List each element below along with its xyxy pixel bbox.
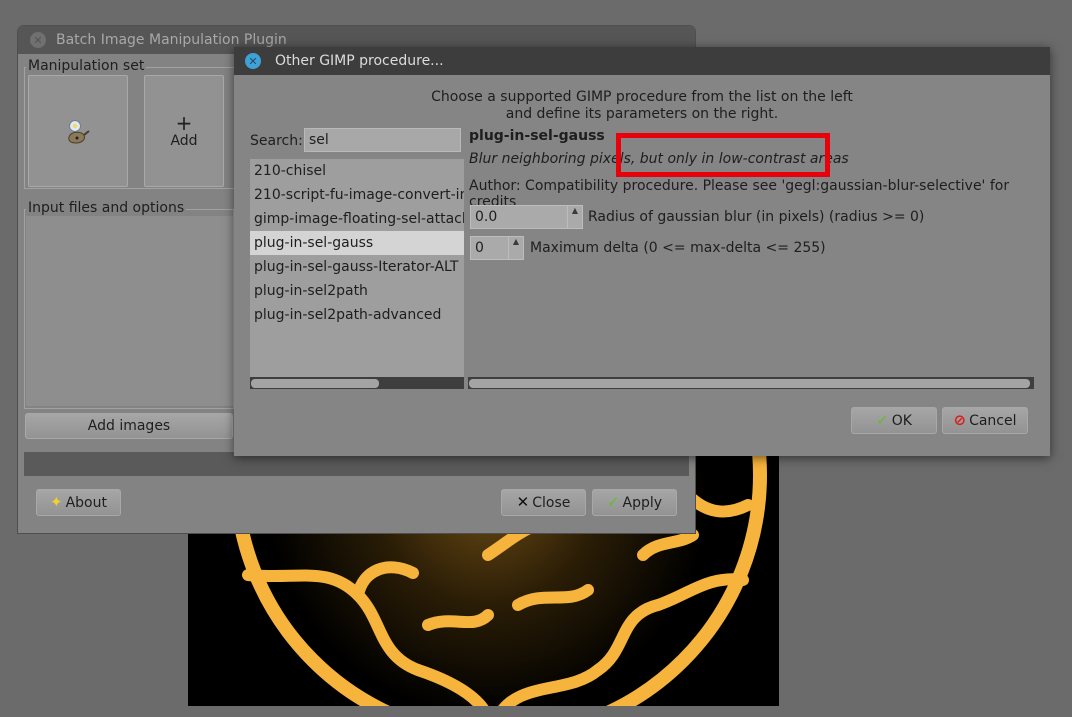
about-label: About — [65, 494, 107, 511]
gimp-procedure-button[interactable] — [28, 75, 128, 187]
checkmark-icon: ✓ — [606, 493, 620, 511]
manipulation-set-label: Manipulation set — [26, 58, 147, 74]
gimp-wilber-icon — [68, 120, 90, 144]
procedure-item[interactable]: plug-in-sel-gauss-Iterator-ALT — [250, 255, 464, 279]
procedure-item[interactable]: 210-chisel — [250, 159, 464, 183]
max-delta-spin-arrows[interactable]: ▲ — [508, 237, 523, 259]
max-delta-value: 0 — [475, 240, 484, 256]
instructions-line-2: and define its parameters on the right. — [505, 106, 779, 122]
parameters-scrollbar[interactable] — [468, 377, 1034, 389]
procedure-list-scrollbar[interactable] — [250, 377, 464, 389]
add-images-label: Add images — [87, 418, 171, 434]
dialog-title: Other GIMP procedure... — [275, 53, 444, 69]
plus-icon: + — [175, 111, 193, 135]
procedure-name: plug-in-sel-gauss — [469, 128, 605, 144]
apply-label: Apply — [622, 494, 663, 511]
radius-spinbutton[interactable]: 0.0 ▲ — [470, 205, 583, 229]
radius-value: 0.0 — [475, 209, 498, 225]
ok-button[interactable]: ✓ OK — [851, 407, 937, 434]
instructions-line-1: Choose a supported GIMP procedure from t… — [431, 89, 853, 105]
search-input[interactable] — [304, 128, 461, 152]
window-close-icon[interactable]: ✕ — [30, 32, 46, 48]
dialog-titlebar: ✕ Other GIMP procedure... — [234, 47, 1050, 75]
about-button[interactable]: ✦ About — [36, 489, 121, 516]
parameters-scrollbar-thumb[interactable] — [469, 379, 1030, 388]
search-label: Search: — [250, 133, 303, 149]
apply-button[interactable]: ✓ Apply — [592, 489, 677, 516]
dialog-close-icon[interactable]: ✕ — [245, 53, 261, 69]
procedure-list-scrollbar-thumb[interactable] — [251, 379, 379, 388]
add-label: Add — [170, 133, 198, 149]
star-icon: ✦ — [50, 493, 63, 511]
arrow-up-icon[interactable]: ▲ — [568, 206, 582, 217]
procedure-item[interactable]: plug-in-sel2path-advanced — [250, 303, 464, 327]
add-manipulation-button[interactable]: + Add — [144, 75, 224, 187]
max-delta-spinbutton[interactable]: 0 ▲ — [470, 236, 524, 260]
close-button[interactable]: ✕ Close — [501, 489, 586, 516]
input-files-list[interactable] — [26, 216, 233, 406]
other-gimp-procedure-dialog: ✕ Other GIMP procedure... Choose a suppo… — [234, 47, 1050, 456]
dialog-instructions: Choose a supported GIMP procedure from t… — [234, 89, 1050, 123]
checkmark-icon: ✓ — [876, 411, 889, 429]
procedure-item[interactable]: 210-script-fu-image-convert-indexed — [250, 183, 464, 207]
cancel-button[interactable]: ⊘ Cancel — [942, 407, 1028, 434]
procedure-list[interactable]: 210-chisel 210-script-fu-image-convert-i… — [250, 159, 464, 389]
red-highlight-box — [616, 133, 830, 177]
arrow-up-icon[interactable]: ▲ — [509, 237, 523, 248]
cancel-label: Cancel — [969, 412, 1017, 429]
procedure-item-selected[interactable]: plug-in-sel-gauss — [250, 231, 464, 255]
procedure-item[interactable]: gimp-image-floating-sel-attached-to — [250, 207, 464, 231]
radius-label: Radius of gaussian blur (in pixels) (rad… — [588, 209, 925, 225]
close-label: Close — [532, 494, 571, 511]
max-delta-label: Maximum delta (0 <= max-delta <= 255) — [530, 240, 826, 256]
input-files-label: Input files and options — [26, 200, 187, 216]
ok-label: OK — [891, 412, 912, 429]
add-images-button[interactable]: Add images — [25, 413, 233, 439]
radius-spin-arrows[interactable]: ▲ — [567, 206, 582, 228]
procedure-item[interactable]: plug-in-sel2path — [250, 279, 464, 303]
close-x-icon: ✕ — [516, 493, 530, 511]
window-title: Batch Image Manipulation Plugin — [56, 32, 287, 48]
cancel-icon: ⊘ — [953, 411, 967, 429]
